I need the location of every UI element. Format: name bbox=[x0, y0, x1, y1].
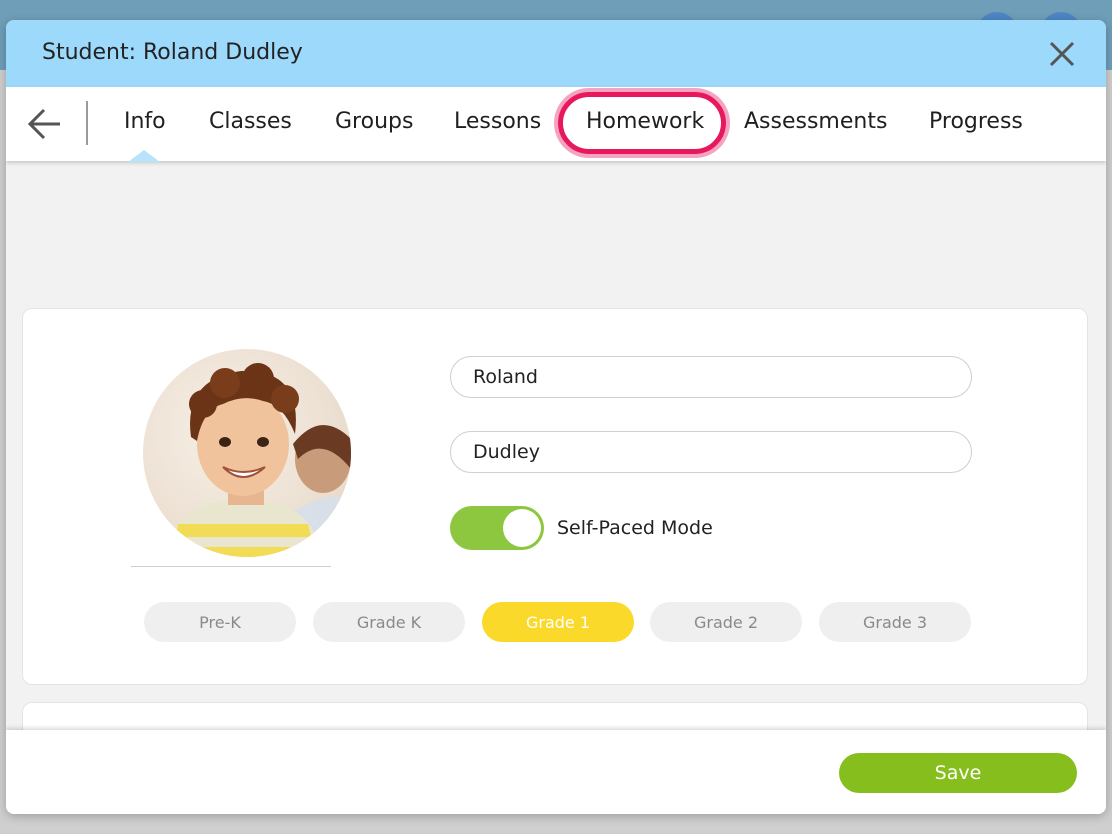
tab-bar: Info Classes Groups Lessons Homework Ass… bbox=[6, 87, 1106, 162]
tab-divider bbox=[86, 101, 88, 145]
self-paced-label: Self-Paced Mode bbox=[557, 517, 713, 539]
tab-homework[interactable]: Homework bbox=[586, 109, 704, 134]
tab-progress[interactable]: Progress bbox=[929, 109, 1023, 134]
grade-k-button[interactable]: Grade K bbox=[313, 602, 465, 642]
tab-lessons[interactable]: Lessons bbox=[454, 109, 541, 134]
background-app-bar bbox=[0, 0, 1112, 20]
active-tab-pointer bbox=[128, 150, 160, 162]
tab-groups[interactable]: Groups bbox=[335, 109, 413, 134]
grade-pre-k-button[interactable]: Pre-K bbox=[144, 602, 296, 642]
first-name-field[interactable] bbox=[450, 356, 972, 398]
modal-header: Student: Roland Dudley bbox=[6, 20, 1106, 87]
tab-info[interactable]: Info bbox=[124, 109, 166, 134]
grade-3-button[interactable]: Grade 3 bbox=[819, 602, 971, 642]
student-modal: Student: Roland Dudley Info Classes Grou… bbox=[6, 20, 1106, 814]
grade-1-button[interactable]: Grade 1 bbox=[482, 602, 634, 642]
tab-assessments[interactable]: Assessments bbox=[744, 109, 887, 134]
avatar[interactable] bbox=[143, 349, 351, 557]
close-icon[interactable] bbox=[1046, 38, 1078, 70]
grade-2-button[interactable]: Grade 2 bbox=[650, 602, 802, 642]
toggle-knob bbox=[503, 509, 541, 547]
modal-footer: Save bbox=[6, 730, 1106, 814]
student-info-card: Self-Paced Mode Pre-K Grade K Grade 1 Gr… bbox=[22, 308, 1088, 685]
modal-title: Student: Roland Dudley bbox=[42, 40, 303, 65]
arrow-left-icon[interactable] bbox=[26, 106, 64, 142]
avatar-underline bbox=[131, 566, 331, 567]
tab-classes[interactable]: Classes bbox=[209, 109, 292, 134]
save-button[interactable]: Save bbox=[839, 753, 1077, 793]
last-name-field[interactable] bbox=[450, 431, 972, 473]
self-paced-toggle[interactable] bbox=[450, 506, 544, 550]
